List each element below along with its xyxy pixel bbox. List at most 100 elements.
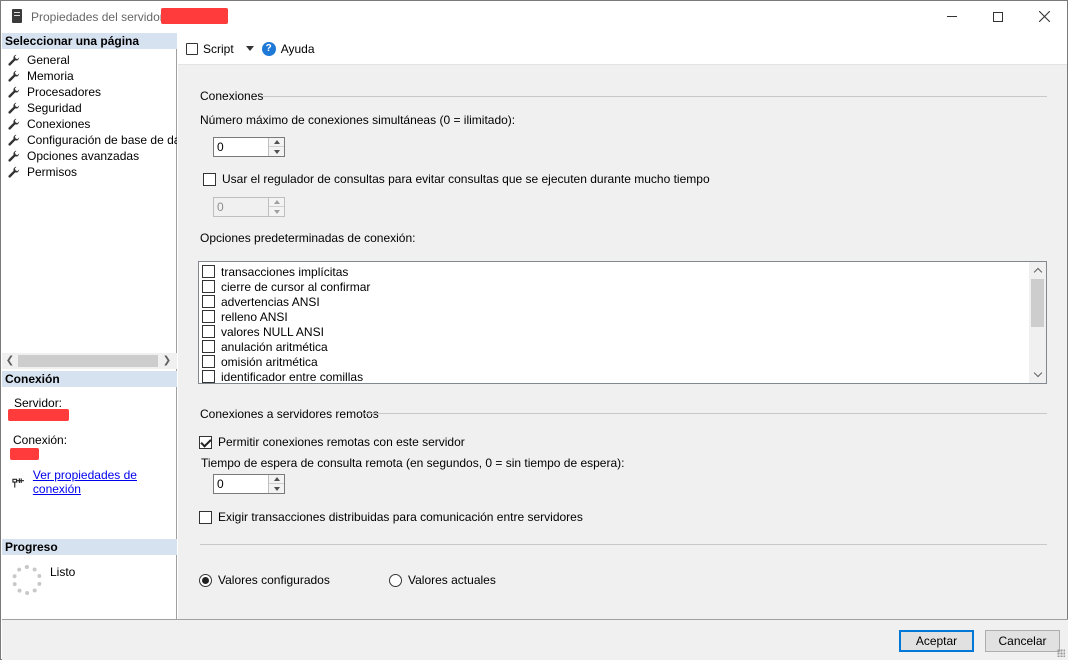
options-items: transacciones implícitas cierre de cursor… <box>202 264 370 384</box>
increment-icon[interactable] <box>269 138 284 147</box>
toolbar: Script ? Ayuda <box>178 33 1067 65</box>
decrement-icon[interactable] <box>269 484 284 493</box>
scroll-left-icon[interactable]: ❮ <box>3 354 17 368</box>
script-dropdown-icon[interactable] <box>245 46 254 51</box>
default-options-label: Opciones predeterminadas de conexión: <box>200 231 416 245</box>
distributed-tx-checkbox-row[interactable]: Exigir transacciones distribuidas para c… <box>199 510 583 524</box>
wrench-icon <box>8 118 20 130</box>
remote-timeout-value[interactable]: 0 <box>217 477 224 491</box>
option-item[interactable]: relleno ANSI <box>202 309 370 324</box>
page-item-3[interactable]: Seguridad <box>8 100 177 116</box>
option-checkbox[interactable] <box>202 370 215 383</box>
allow-remote-checkbox-row[interactable]: Permitir conexiones remotas con este ser… <box>199 435 465 449</box>
progress-status: Listo <box>50 565 76 579</box>
server-properties-window: Propiedades del servidor: Seleccionar un… <box>0 0 1068 660</box>
option-label: anulación aritmética <box>221 339 328 354</box>
page-item-label: General <box>27 53 70 67</box>
redacted-server-value <box>8 409 69 421</box>
option-item[interactable]: transacciones implícitas <box>202 264 370 279</box>
page-item-label: Conexiones <box>27 117 91 131</box>
max-connections-label: Número máximo de conexiones simultáneas … <box>200 113 516 127</box>
wrench-icon <box>8 70 20 82</box>
option-item[interactable]: anulación aritmética <box>202 339 370 354</box>
distributed-tx-checkbox[interactable] <box>199 510 212 524</box>
option-checkbox[interactable] <box>202 280 215 293</box>
increment-icon[interactable] <box>269 475 284 484</box>
view-connection-properties-row[interactable]: Ver propiedades de conexión <box>12 468 176 496</box>
decrement-icon <box>269 207 284 216</box>
page-item-label: Opciones avanzadas <box>27 149 140 163</box>
page-item-label: Procesadores <box>27 85 102 99</box>
help-button[interactable]: ? Ayuda <box>261 41 315 56</box>
configured-values-label: Valores configurados <box>218 573 330 587</box>
option-item[interactable]: cierre de cursor al confirmar <box>202 279 370 294</box>
scroll-up-icon[interactable] <box>1029 262 1046 279</box>
accept-button[interactable]: Aceptar <box>899 630 974 652</box>
option-label: transacciones implícitas <box>221 264 349 279</box>
page-item-0[interactable]: General <box>8 52 177 68</box>
page-item-label: Configuración de base de datos <box>27 133 177 147</box>
select-page-header: Seleccionar una página <box>2 33 177 49</box>
max-connections-stepper[interactable]: 0 <box>213 137 285 157</box>
page-item-7[interactable]: Permisos <box>8 164 177 180</box>
option-label: cierre de cursor al confirmar <box>221 279 371 294</box>
scrollbar-thumb[interactable] <box>18 355 158 367</box>
resize-grip-icon[interactable] <box>1057 649 1065 657</box>
option-label: identificador entre comillas <box>221 369 364 384</box>
maximize-button[interactable] <box>975 1 1021 32</box>
view-connection-properties-link[interactable]: Ver propiedades de conexión <box>33 468 176 496</box>
close-button[interactable] <box>1021 1 1067 32</box>
page-list: General Memoria Procesadores Seguridad Conex… <box>8 52 177 180</box>
title-bar: Propiedades del servidor: <box>1 1 1067 33</box>
page-item-2[interactable]: Procesadores <box>8 84 177 100</box>
options-vertical-scrollbar[interactable] <box>1029 262 1046 383</box>
wrench-icon <box>8 134 20 146</box>
page-item-6[interactable]: Opciones avanzadas <box>8 148 177 164</box>
allow-remote-checkbox[interactable] <box>199 435 212 449</box>
option-item[interactable]: valores NULL ANSI <box>202 324 370 339</box>
query-governor-checkbox[interactable] <box>203 172 216 186</box>
current-values-radio[interactable] <box>389 573 402 587</box>
minimize-icon <box>947 16 957 17</box>
scroll-right-icon[interactable]: ❯ <box>160 354 174 368</box>
distributed-tx-label: Exigir transacciones distribuidas para c… <box>218 510 583 524</box>
option-checkbox[interactable] <box>202 325 215 338</box>
page-list-horizontal-scrollbar[interactable]: ❮ ❯ <box>2 353 177 369</box>
option-item[interactable]: omisión aritmética <box>202 354 370 369</box>
page-item-5[interactable]: Configuración de base de datos <box>8 132 177 148</box>
option-checkbox[interactable] <box>202 310 215 323</box>
default-connection-options-list[interactable]: transacciones implícitas cierre de cursor… <box>198 261 1047 384</box>
option-checkbox[interactable] <box>202 355 215 368</box>
query-governor-label: Usar el regulador de consultas para evit… <box>222 172 710 186</box>
configured-values-radio[interactable] <box>199 573 212 587</box>
current-values-label: Valores actuales <box>408 573 496 587</box>
scrollbar-thumb[interactable] <box>1031 279 1044 327</box>
query-governor-checkbox-row[interactable]: Usar el regulador de consultas para evit… <box>203 172 710 186</box>
connection-label: Conexión: <box>13 433 68 447</box>
script-button[interactable]: Script <box>186 42 234 56</box>
increment-icon <box>269 198 284 207</box>
remote-timeout-stepper[interactable]: 0 <box>213 474 285 494</box>
progress-spinner-icon <box>12 565 42 595</box>
option-checkbox[interactable] <box>202 295 215 308</box>
configured-values-radio-row[interactable]: Valores configurados <box>199 573 330 587</box>
page-item-1[interactable]: Memoria <box>8 68 177 84</box>
option-label: valores NULL ANSI <box>221 324 324 339</box>
option-item[interactable]: advertencias ANSI <box>202 294 370 309</box>
window-title: Propiedades del servidor: <box>31 10 168 24</box>
option-item[interactable]: identificador entre comillas <box>202 369 370 384</box>
decrement-icon[interactable] <box>269 147 284 156</box>
current-values-radio-row[interactable]: Valores actuales <box>389 573 496 587</box>
max-connections-value[interactable]: 0 <box>217 140 224 154</box>
connections-group-divider <box>262 96 1047 97</box>
remote-group-divider <box>364 413 1047 414</box>
option-checkbox[interactable] <box>202 265 215 278</box>
page-item-4[interactable]: Conexiones <box>8 116 177 132</box>
cancel-button[interactable]: Cancelar <box>985 630 1060 652</box>
option-label: advertencias ANSI <box>221 294 320 309</box>
minimize-button[interactable] <box>929 1 975 32</box>
scroll-down-icon[interactable] <box>1029 366 1046 383</box>
close-icon <box>1038 11 1050 22</box>
option-checkbox[interactable] <box>202 340 215 353</box>
allow-remote-label: Permitir conexiones remotas con este ser… <box>218 435 465 449</box>
